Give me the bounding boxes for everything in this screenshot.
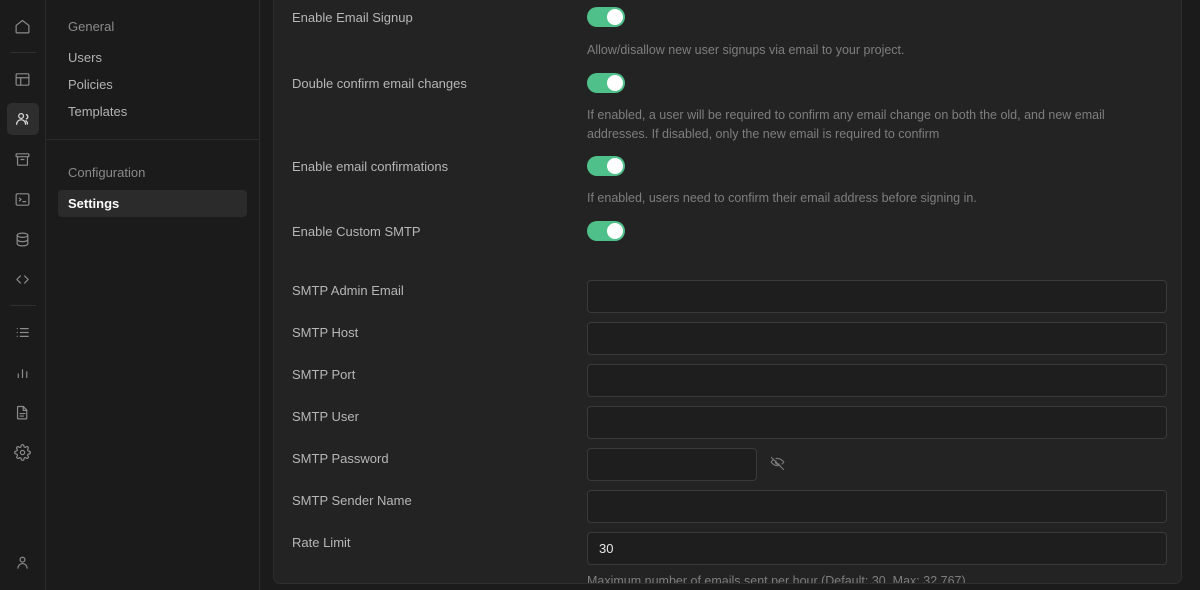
description-double-confirm-email-changes: If enabled, a user will be required to c… bbox=[587, 108, 1105, 141]
settings-panel: Enable Email Signup Allow/disallow new u… bbox=[273, 0, 1182, 584]
table-icon bbox=[14, 71, 31, 88]
list-icon bbox=[14, 324, 31, 341]
field-smtp-port: SMTP Port bbox=[292, 364, 1167, 397]
rate-limit-input[interactable] bbox=[587, 532, 1167, 565]
sidebar-section-general: General Users Policies Templates bbox=[46, 14, 259, 140]
database-icon bbox=[14, 231, 31, 248]
icon-rail bbox=[0, 0, 46, 590]
field-control bbox=[587, 364, 1167, 397]
settings-form: Enable Email Signup Allow/disallow new u… bbox=[274, 7, 1181, 583]
sidebar-item-templates[interactable]: Templates bbox=[58, 98, 247, 125]
field-control bbox=[587, 406, 1167, 439]
field-rate-limit: Rate Limit Maximum number of emails sent… bbox=[292, 532, 1167, 583]
user-icon bbox=[14, 554, 31, 571]
toggle-double-confirm-email-changes[interactable] bbox=[587, 73, 625, 93]
rail-item-home[interactable] bbox=[7, 10, 39, 42]
rail-item-account[interactable] bbox=[7, 546, 39, 578]
setting-control bbox=[587, 221, 1163, 241]
rate-limit-helper-text: Maximum number of emails sent per hour (… bbox=[587, 574, 966, 584]
setting-description-row: Allow/disallow new user signups via emai… bbox=[292, 41, 1163, 60]
field-label: SMTP Sender Name bbox=[292, 493, 412, 508]
rail-item-sql-editor[interactable] bbox=[7, 183, 39, 215]
setting-control bbox=[587, 7, 1163, 27]
setting-enable-email-signup: Enable Email Signup bbox=[292, 7, 1163, 27]
rail-item-table-editor[interactable] bbox=[7, 63, 39, 95]
smtp-password-input[interactable] bbox=[587, 448, 757, 481]
field-smtp-user: SMTP User bbox=[292, 406, 1167, 439]
app-root: General Users Policies Templates Configu… bbox=[0, 0, 1200, 590]
toggle-enable-email-confirmations[interactable] bbox=[587, 156, 625, 176]
field-label: SMTP Admin Email bbox=[292, 283, 404, 298]
chart-bar-icon bbox=[14, 364, 31, 381]
rail-divider-mid bbox=[9, 305, 36, 306]
setting-control bbox=[587, 73, 1163, 93]
gear-icon bbox=[14, 443, 31, 461]
code-icon bbox=[14, 271, 31, 288]
rail-item-logs[interactable] bbox=[7, 316, 39, 348]
home-icon bbox=[14, 18, 31, 35]
sidebar: General Users Policies Templates Configu… bbox=[46, 0, 260, 590]
toggle-enable-email-signup[interactable] bbox=[587, 7, 625, 27]
sidebar-section-configuration: Configuration Settings bbox=[46, 140, 259, 217]
smtp-host-input[interactable] bbox=[587, 322, 1167, 355]
smtp-sender-name-input[interactable] bbox=[587, 490, 1167, 523]
setting-description-row: If enabled, users need to confirm their … bbox=[292, 189, 1163, 208]
setting-control bbox=[587, 156, 1163, 176]
field-label: SMTP Password bbox=[292, 451, 389, 466]
field-control bbox=[587, 448, 1163, 481]
setting-double-confirm-email-changes: Double confirm email changes bbox=[292, 73, 1163, 93]
toggle-enable-custom-smtp[interactable] bbox=[587, 221, 625, 241]
toggle-password-visibility-button[interactable] bbox=[767, 455, 787, 475]
setting-label: Double confirm email changes bbox=[292, 76, 467, 91]
main-area: Enable Email Signup Allow/disallow new u… bbox=[260, 0, 1200, 590]
sidebar-item-settings[interactable]: Settings bbox=[58, 190, 247, 217]
eye-off-icon bbox=[769, 455, 786, 475]
rail-item-database[interactable] bbox=[7, 223, 39, 255]
setting-label: Enable Custom SMTP bbox=[292, 224, 421, 239]
sidebar-heading-general: General bbox=[68, 19, 115, 34]
terminal-icon bbox=[14, 191, 31, 208]
sidebar-heading-configuration: Configuration bbox=[68, 165, 146, 180]
rail-item-api[interactable] bbox=[7, 263, 39, 295]
field-label: SMTP Port bbox=[292, 367, 356, 382]
rail-divider-top bbox=[9, 52, 36, 53]
field-control bbox=[587, 490, 1167, 523]
archive-icon bbox=[14, 151, 31, 168]
rail-item-docs[interactable] bbox=[7, 396, 39, 428]
field-control bbox=[587, 280, 1167, 313]
field-label: SMTP User bbox=[292, 409, 359, 424]
smtp-admin-email-input[interactable] bbox=[587, 280, 1167, 313]
document-icon bbox=[14, 404, 31, 421]
setting-enable-custom-smtp: Enable Custom SMTP bbox=[292, 221, 1163, 241]
setting-enable-email-confirmations: Enable email confirmations bbox=[292, 156, 1163, 176]
description-enable-email-confirmations: If enabled, users need to confirm their … bbox=[587, 191, 977, 205]
setting-label: Enable email confirmations bbox=[292, 159, 449, 174]
rail-item-reports[interactable] bbox=[7, 356, 39, 388]
rail-item-settings[interactable] bbox=[7, 436, 39, 468]
field-smtp-password: SMTP Password bbox=[292, 448, 1163, 481]
field-smtp-admin-email: SMTP Admin Email bbox=[292, 280, 1167, 313]
setting-description-row: If enabled, a user will be required to c… bbox=[292, 106, 1163, 144]
field-control: Maximum number of emails sent per hour (… bbox=[587, 532, 1167, 584]
field-label: Rate Limit bbox=[292, 535, 351, 550]
field-control bbox=[587, 322, 1167, 355]
rail-item-authentication[interactable] bbox=[6, 103, 39, 135]
description-enable-email-signup: Allow/disallow new user signups via emai… bbox=[587, 43, 905, 57]
field-smtp-host: SMTP Host bbox=[292, 322, 1167, 355]
users-icon bbox=[14, 110, 32, 128]
field-smtp-sender-name: SMTP Sender Name bbox=[292, 490, 1167, 523]
sidebar-item-users[interactable]: Users bbox=[58, 44, 247, 71]
smtp-user-input[interactable] bbox=[587, 406, 1167, 439]
setting-label: Enable Email Signup bbox=[292, 10, 413, 25]
rail-item-storage[interactable] bbox=[7, 143, 39, 175]
sidebar-item-policies[interactable]: Policies bbox=[58, 71, 247, 98]
smtp-port-input[interactable] bbox=[587, 364, 1167, 397]
field-label: SMTP Host bbox=[292, 325, 359, 340]
